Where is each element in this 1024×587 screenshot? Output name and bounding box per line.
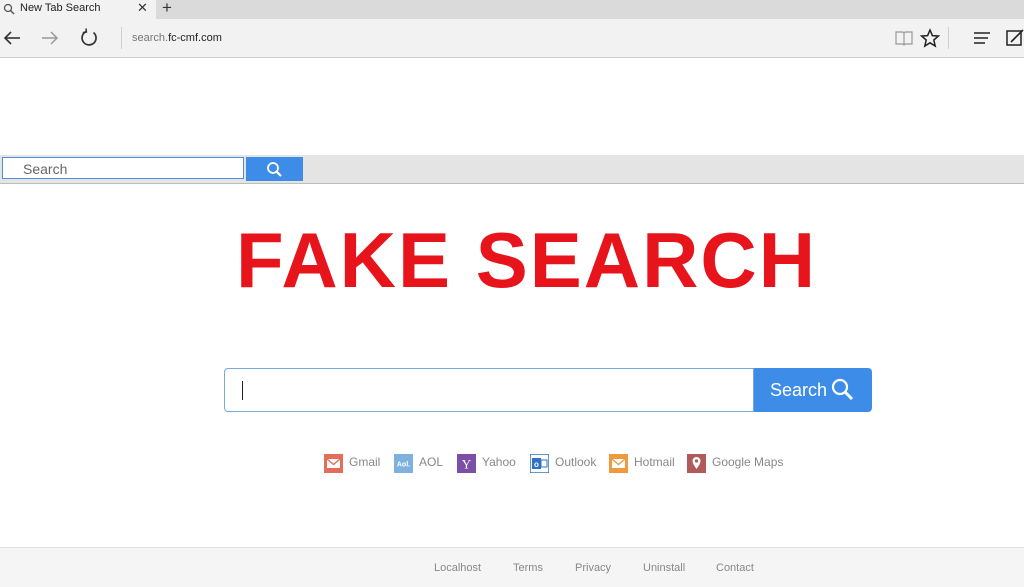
page-title: FAKE SEARCH — [236, 216, 818, 304]
outlook-icon: o — [530, 454, 549, 473]
address-bar[interactable]: search.fc-cmf.com — [132, 32, 222, 44]
search-icon — [3, 3, 15, 15]
web-note-icon[interactable] — [1004, 27, 1024, 49]
search-button-label: Search — [770, 380, 828, 400]
search-icon — [267, 162, 282, 177]
text-caret — [242, 381, 243, 400]
search-icon — [831, 378, 854, 401]
main-search-bar: Search — [224, 368, 872, 412]
quick-link-label: Gmail — [349, 455, 381, 469]
strip-search-input[interactable]: Search — [2, 157, 244, 179]
url-domain: fc-cmf.com — [168, 32, 222, 44]
back-icon[interactable] — [1, 27, 23, 49]
quick-link-label: Google Maps — [712, 455, 784, 469]
quick-link-label: Outlook — [555, 455, 597, 469]
url-prefix: search. — [132, 32, 169, 44]
svg-text:o: o — [534, 460, 539, 469]
google-maps-icon — [687, 454, 706, 473]
new-tab-button[interactable]: + — [162, 0, 172, 18]
tab-strip: New Tab Search ✕ + — [0, 0, 1024, 19]
forward-icon[interactable] — [39, 27, 61, 49]
toolbar-separator — [948, 27, 949, 49]
main-search-button[interactable]: Search — [754, 368, 872, 412]
close-tab-icon[interactable]: ✕ — [137, 0, 148, 16]
svg-text:Aol.: Aol. — [397, 462, 410, 469]
svg-text:Y: Y — [462, 457, 472, 472]
footer-link-privacy[interactable]: Privacy — [575, 562, 611, 574]
hotmail-icon — [609, 454, 628, 473]
quick-link-label: Hotmail — [634, 455, 675, 469]
page-footer: Localhost Terms Privacy Uninstall Contac… — [0, 547, 1024, 587]
footer-link-uninstall[interactable]: Uninstall — [643, 562, 685, 574]
tab-new-tab-search[interactable]: New Tab Search ✕ — [0, 0, 156, 19]
navigation-bar: search.fc-cmf.com — [0, 19, 1024, 58]
main-search-input[interactable] — [224, 368, 754, 412]
footer-link-terms[interactable]: Terms — [513, 562, 543, 574]
gmail-icon — [324, 454, 343, 473]
quick-link-label: AOL — [419, 455, 444, 469]
reading-view-icon[interactable] — [893, 27, 915, 49]
refresh-icon[interactable] — [78, 27, 100, 49]
footer-link-contact[interactable]: Contact — [716, 562, 754, 574]
yahoo-icon: Y — [457, 454, 476, 473]
strip-search-button[interactable] — [246, 157, 303, 181]
url-separator — [121, 27, 122, 49]
top-search-strip: Search — [0, 155, 1024, 184]
favorite-star-icon[interactable] — [919, 27, 941, 49]
aol-icon: Aol. — [394, 454, 413, 473]
hub-icon[interactable] — [971, 27, 993, 49]
strip-search-placeholder: Search — [23, 161, 68, 177]
tab-title: New Tab Search — [20, 2, 101, 14]
quick-link-label: Yahoo — [482, 455, 516, 469]
footer-link-localhost[interactable]: Localhost — [434, 562, 481, 574]
